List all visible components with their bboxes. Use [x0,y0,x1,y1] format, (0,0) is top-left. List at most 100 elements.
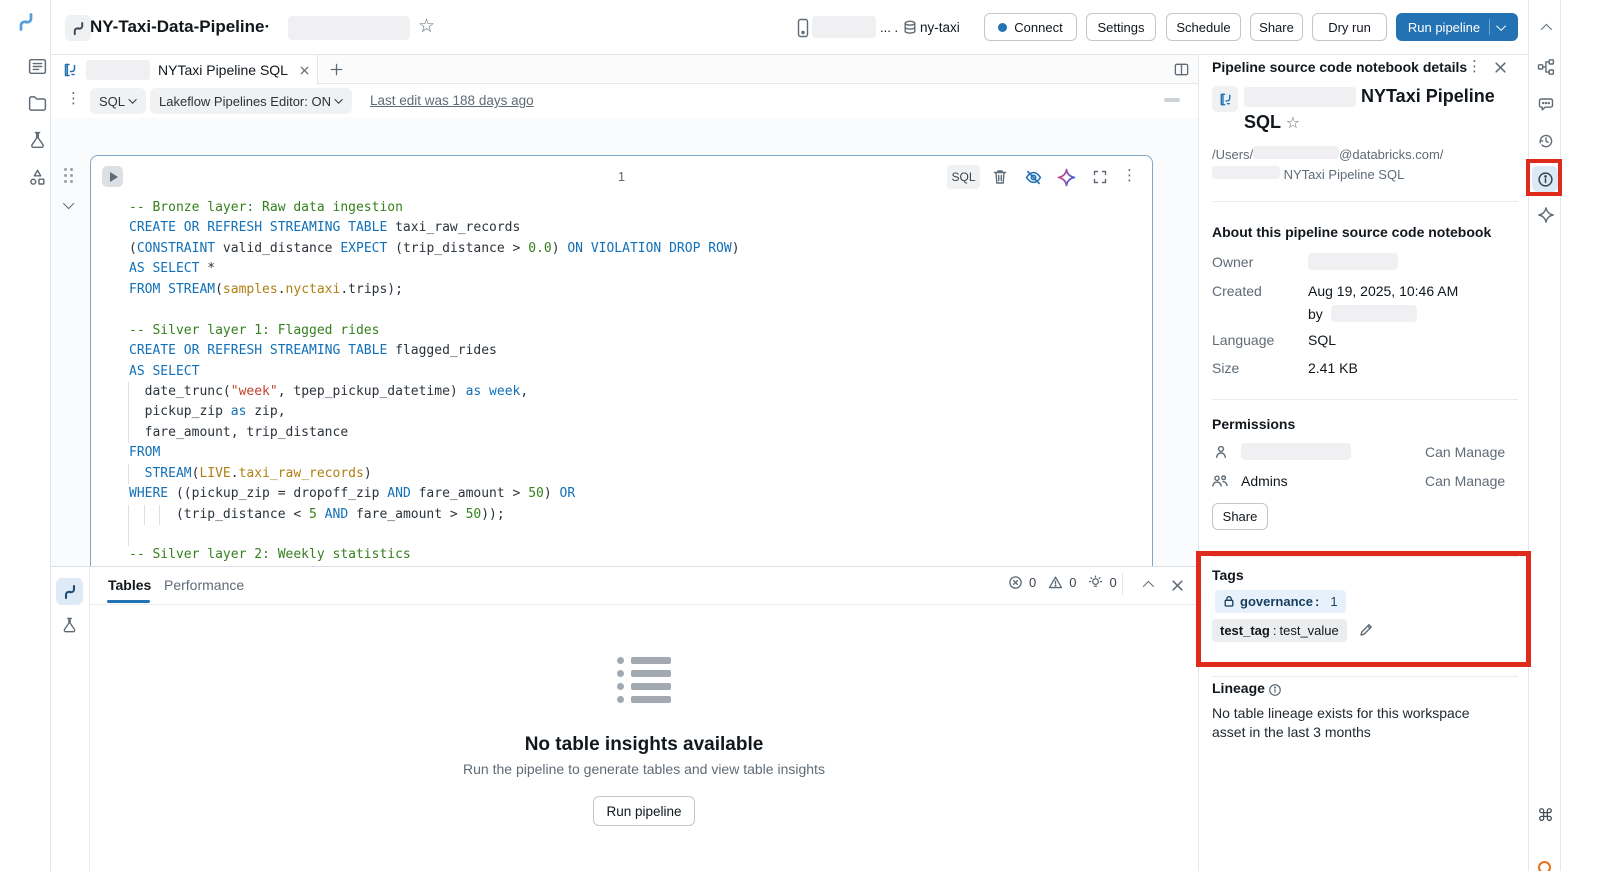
code-cell[interactable]: 1 SQL ⋮ -- Bronze layer: Raw data ingest… [90,155,1153,566]
panel-pipeline-tab-active[interactable] [56,578,83,605]
panel-flask-icon[interactable] [59,615,80,636]
code-line[interactable]: AS SELECT [129,362,1142,382]
code-line[interactable] [129,300,1142,320]
details-star-icon[interactable]: ☆ [1286,113,1300,132]
delete-cell-trash-icon[interactable] [991,167,1009,187]
redacted-tab-prefix [86,60,150,80]
notebook-kebab-menu[interactable]: ⋮ [66,91,81,106]
cell-language-select[interactable]: SQL [90,88,146,114]
tab-tables[interactable]: Tables [108,577,151,593]
permissions-heading: Permissions [1212,416,1295,432]
assets-shapes-icon[interactable] [27,167,48,188]
collapse-panel-chevron-icon[interactable] [1140,579,1154,591]
code-line[interactable]: (trip_distance < 5 AND fare_amount > 50)… [129,505,1142,525]
code-line[interactable]: FROM [129,443,1142,463]
experiments-flask-icon[interactable] [27,130,48,151]
close-panel-icon[interactable] [1170,578,1184,592]
code-line[interactable]: fare_amount, trip_distance [129,423,1142,443]
favorite-star-icon[interactable]: ☆ [418,15,435,37]
code-line[interactable]: -- Silver layer 1: Flagged rides [129,321,1142,341]
comments-icon[interactable] [1536,94,1555,113]
page-title[interactable]: NY-Taxi-Data-Pipeline· [90,17,270,37]
folder-icon[interactable] [27,93,48,114]
dry-run-button[interactable]: Dry run [1312,13,1387,41]
code-line[interactable]: WHERE ((pickup_zip = dropoff_zip AND far… [129,484,1142,504]
tab-close-icon[interactable] [298,64,311,77]
cell-collapse-chevron-icon[interactable] [63,198,77,212]
tag1-separator: : [1315,594,1319,609]
editor-mode-select[interactable]: Lakeflow Pipelines Editor: ON [150,88,352,114]
catalog-database-icon [902,19,917,35]
details-info-tab-active[interactable] [1532,166,1558,192]
share-permissions-button[interactable]: Share [1212,503,1268,530]
assistant-sparkle-icon[interactable] [1056,167,1076,187]
pipelines-logo-icon[interactable] [15,11,37,33]
run-pipeline-empty-button[interactable]: Run pipeline [593,796,695,826]
cell-kebab-menu[interactable]: ⋮ [1122,168,1137,183]
suggestion-count-icon [1088,575,1103,590]
code-line[interactable]: -- Silver layer 2: Weekly statistics [129,545,1142,565]
run-pipeline-button[interactable]: Run pipeline [1396,13,1518,41]
tag2-value: test_value [1279,623,1338,638]
tab-performance[interactable]: Performance [164,577,244,593]
command-palette-icon[interactable]: ⌘ [1537,806,1554,826]
notebooks-list-icon[interactable] [27,56,48,77]
diagnostics-counters[interactable]: 0 0 0 [1008,575,1117,590]
code-line[interactable]: AS SELECT * [129,259,1142,279]
tag-test-chip[interactable]: test_tag : test_value [1212,619,1347,642]
code-line[interactable]: FROM STREAM(samples.nyctaxi.trips); [129,280,1142,300]
tags-heading: Tags [1212,567,1244,583]
run-pipeline-dropdown-icon[interactable] [1496,21,1506,31]
left-sidebar-rail [0,0,51,871]
expand-cell-icon[interactable] [1091,168,1109,186]
code-lines[interactable]: -- Bronze layer: Raw data ingestionCREAT… [129,198,1142,566]
code-line[interactable]: pickup_zip as zip, [129,402,1142,422]
settings-button[interactable]: Settings [1086,13,1156,41]
collapse-rail-chevron-icon[interactable] [1538,22,1552,34]
code-line[interactable]: date_trunc("week", tpep_pickup_datetime)… [129,382,1142,402]
catalog-name[interactable]: ny-taxi [920,20,960,35]
lock-icon [1223,595,1235,608]
version-history-icon[interactable] [1536,131,1555,150]
code-line[interactable] [129,525,1142,545]
error-count-icon [1008,575,1023,590]
hide-result-eye-off-icon[interactable] [1023,167,1043,187]
cell-language-value: SQL [99,94,125,109]
schedule-button[interactable]: Schedule [1166,13,1241,41]
assistant-tab-sparkle-icon[interactable] [1536,205,1555,224]
code-line[interactable]: CREATE OR REFRESH STREAMING TABLE taxi_r… [129,218,1142,238]
pipeline-notebook-icon [62,62,78,78]
compute-icon[interactable] [796,18,810,38]
error-count: 0 [1029,575,1036,590]
size-value: 2.41 KB [1308,360,1358,376]
help-orange-icon[interactable] [1538,861,1551,871]
language-value: SQL [1308,332,1336,348]
tag2-key: test_tag [1220,623,1270,638]
databricks-pipeline-editor: NY-Taxi-Data-Pipeline· ☆ ... . ny-taxi C… [0,0,1608,871]
lineage-graph-icon[interactable] [1536,57,1555,76]
tag-governance-chip[interactable]: governance : 1 [1215,590,1346,613]
panel-header-divider [90,604,1198,605]
connect-button[interactable]: Connect [984,13,1077,41]
bottom-results-panel: Tables Performance 0 0 0 No table insigh… [50,566,1198,871]
details-kebab-menu[interactable]: ⋮ [1467,59,1482,74]
split-view-icon[interactable] [1172,60,1190,78]
admins-label: Admins [1241,473,1288,489]
code-line[interactable]: -- Bronze layer: Raw data ingestion [129,198,1142,218]
code-line[interactable]: CREATE OR REFRESH STREAMING TABLE flagge… [129,341,1142,361]
edit-tags-pencil-icon[interactable] [1357,621,1374,638]
editor-scrollbar-thumb[interactable] [1164,98,1180,102]
tag2-separator: : [1273,623,1277,638]
last-edit-link[interactable]: Last edit was 188 days ago [370,93,534,108]
redacted-owner-value [1308,253,1398,270]
details-close-icon[interactable] [1493,60,1507,74]
code-line[interactable]: STREAM(LIVE.taxi_raw_records) [129,464,1142,484]
cell-drag-handle[interactable] [64,168,77,186]
new-tab-button[interactable] [328,61,345,78]
code-line[interactable]: (CONSTRAINT valid_distance EXPECT (trip_… [129,239,1142,259]
redacted-path-folder [1212,166,1280,179]
share-button-top[interactable]: Share [1250,13,1303,41]
lineage-info-icon[interactable] [1267,682,1282,697]
tab-notebook-active[interactable]: NYTaxi Pipeline SQL [50,55,318,85]
cell-language-badge[interactable]: SQL [947,165,980,189]
